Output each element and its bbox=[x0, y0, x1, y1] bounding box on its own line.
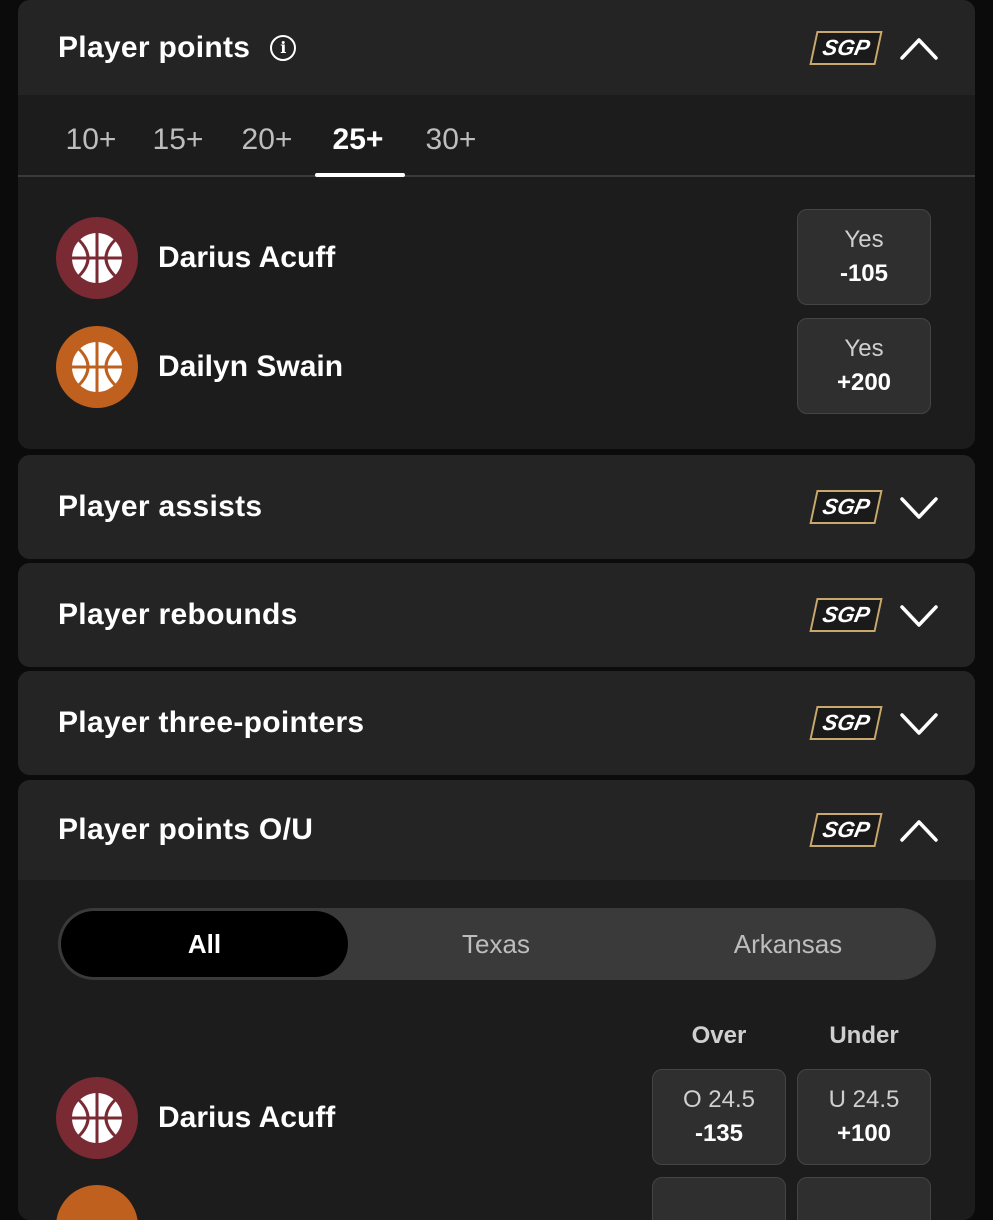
sgp-badge: SGP bbox=[808, 30, 883, 65]
odds-button-over[interactable] bbox=[652, 1177, 786, 1220]
odds-value: -135 bbox=[694, 1120, 744, 1147]
basketball-icon bbox=[56, 326, 138, 408]
chevron-down-icon[interactable] bbox=[899, 494, 939, 520]
sgp-badge: SGP bbox=[808, 706, 883, 740]
chevron-up-icon[interactable] bbox=[899, 35, 939, 61]
odds-line: O 24.5 bbox=[682, 1086, 756, 1113]
info-icon[interactable]: i bbox=[270, 34, 297, 61]
tab-30-plus[interactable]: 30+ bbox=[422, 123, 480, 157]
odds-value: +100 bbox=[836, 1120, 892, 1147]
section-title: Player three-pointers bbox=[58, 706, 365, 739]
odds-label: Yes bbox=[844, 335, 884, 362]
odds-line: U 24.5 bbox=[828, 1086, 900, 1113]
player-row: Darius Acuff bbox=[56, 217, 335, 299]
section-title: Player rebounds bbox=[58, 598, 298, 631]
tab-15-plus[interactable]: 15+ bbox=[151, 123, 205, 157]
tab-20-plus[interactable]: 20+ bbox=[239, 123, 295, 157]
player-row: Dailyn Swain bbox=[56, 326, 343, 408]
odds-button-under[interactable]: U 24.5 +100 bbox=[797, 1069, 931, 1165]
filter-all[interactable]: All bbox=[61, 911, 348, 977]
chevron-up-icon[interactable] bbox=[899, 817, 939, 843]
odds-value: -105 bbox=[839, 260, 889, 287]
basketball-icon bbox=[56, 217, 138, 299]
chevron-down-icon[interactable] bbox=[899, 710, 939, 736]
player-row: Darius Acuff bbox=[56, 1077, 335, 1159]
column-header-under: Under bbox=[829, 1022, 899, 1049]
player-name: Dailyn Swain bbox=[158, 350, 344, 383]
player-points-card: Player points i SGP 10+ 15+ 20+ 25+ 30+ … bbox=[18, 0, 975, 449]
filter-texas[interactable]: Texas bbox=[350, 908, 642, 980]
player-points-header[interactable]: Player points i SGP bbox=[18, 0, 975, 95]
section-header[interactable]: Player assists SGP bbox=[18, 455, 975, 559]
basketball-icon bbox=[56, 1077, 138, 1159]
player-points-ou-card: Player points O/U SGP All Texas Arkansas… bbox=[18, 780, 975, 1220]
tab-25-plus[interactable]: 25+ bbox=[330, 123, 386, 157]
player-rebounds-card[interactable]: Player rebounds SGP bbox=[18, 563, 975, 667]
column-header-over: Over bbox=[691, 1022, 747, 1049]
player-assists-card[interactable]: Player assists SGP bbox=[18, 455, 975, 559]
sgp-badge: SGP bbox=[808, 490, 883, 524]
section-title: Player points bbox=[58, 30, 251, 64]
active-tab-indicator bbox=[315, 173, 405, 177]
section-header[interactable]: Player rebounds SGP bbox=[18, 563, 975, 667]
section-title: Player points O/U bbox=[58, 813, 314, 846]
odds-button-yes[interactable]: Yes -105 bbox=[797, 209, 931, 305]
odds-button-under[interactable] bbox=[797, 1177, 931, 1220]
section-title: Player assists bbox=[58, 490, 263, 523]
player-name: Darius Acuff bbox=[158, 1101, 336, 1134]
odds-button-yes[interactable]: Yes +200 bbox=[797, 318, 931, 414]
odds-button-over[interactable]: O 24.5 -135 bbox=[652, 1069, 786, 1165]
section-header[interactable]: Player points O/U SGP bbox=[18, 780, 975, 880]
tab-10-plus[interactable]: 10+ bbox=[64, 123, 118, 157]
chevron-down-icon[interactable] bbox=[899, 602, 939, 628]
sgp-badge: SGP bbox=[808, 598, 883, 632]
section-header[interactable]: Player three-pointers SGP bbox=[18, 671, 975, 775]
sgp-badge: SGP bbox=[808, 813, 883, 847]
basketball-icon bbox=[56, 1185, 138, 1220]
odds-label: Yes bbox=[844, 226, 884, 253]
filter-arkansas[interactable]: Arkansas bbox=[642, 908, 934, 980]
team-filter: All Texas Arkansas bbox=[58, 908, 936, 980]
threshold-tabs: 10+ 15+ 20+ 25+ 30+ bbox=[18, 95, 975, 177]
odds-value: +200 bbox=[836, 369, 892, 396]
player-three-pointers-card[interactable]: Player three-pointers SGP bbox=[18, 671, 975, 775]
player-name: Darius Acuff bbox=[158, 241, 336, 274]
